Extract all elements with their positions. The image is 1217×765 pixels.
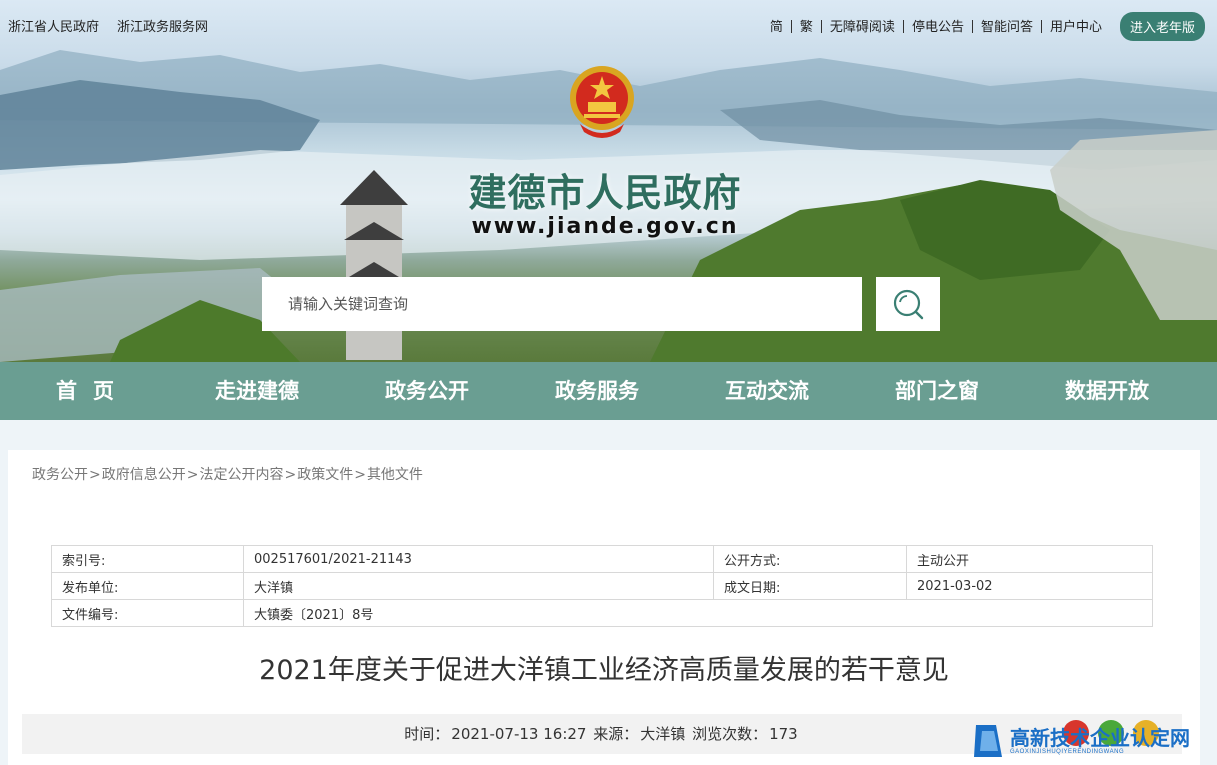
main-nav: 首页 走进建德 政务公开 政务服务 互动交流 部门之窗 数据开放 bbox=[0, 362, 1217, 420]
header-banner: 浙江省人民政府 浙江政务服务网 简 繁 无障碍阅读 停电公告 智能问答 用户中心… bbox=[0, 0, 1217, 362]
link-power-outage[interactable]: 停电公告 bbox=[904, 20, 973, 33]
publisher-value: 大洋镇 bbox=[243, 572, 714, 600]
watermark-cn: 高新技术企业认定网 bbox=[1010, 725, 1190, 750]
disclosure-label: 公开方式: bbox=[713, 545, 907, 573]
nav-open-data[interactable]: 数据开放 bbox=[1022, 362, 1192, 420]
watermark: 高新技术企业认定网 GAOXINJISHUQIYERENDINGWANG bbox=[970, 716, 1217, 765]
link-zhejiang-gov[interactable]: 浙江省人民政府 bbox=[8, 16, 99, 35]
date-value: 2021-03-02 bbox=[906, 572, 1153, 600]
source-value: 大洋镇 bbox=[640, 725, 686, 743]
index-label: 索引号: bbox=[51, 545, 244, 573]
views-value: 173 bbox=[769, 725, 798, 743]
nav-departments[interactable]: 部门之窗 bbox=[852, 362, 1022, 420]
link-smart-qa[interactable]: 智能问答 bbox=[973, 20, 1042, 33]
document-meta-table: 索引号: 002517601/2021-21143 公开方式: 主动公开 发布单… bbox=[51, 545, 1153, 627]
document-title: 2021年度关于促进大洋镇工业经济高质量发展的若干意见 bbox=[259, 655, 949, 686]
table-row: 文件编号: 大镇委〔2021〕8号 bbox=[51, 599, 1153, 627]
disclosure-value: 主动公开 bbox=[906, 545, 1153, 573]
link-accessibility[interactable]: 无障碍阅读 bbox=[822, 20, 904, 33]
source-label: 来源： bbox=[593, 725, 639, 743]
search-input[interactable] bbox=[262, 277, 862, 331]
link-user-center[interactable]: 用户中心 bbox=[1042, 20, 1110, 33]
date-label: 成文日期: bbox=[713, 572, 907, 600]
elder-version-button[interactable]: 进入老年版 bbox=[1119, 12, 1205, 41]
national-emblem-icon bbox=[570, 66, 634, 138]
site-title: 建德市人民政府 bbox=[468, 171, 742, 215]
docno-label: 文件编号: bbox=[51, 599, 244, 627]
breadcrumb-item[interactable]: 政府信息公开 bbox=[102, 467, 186, 483]
link-zhejiang-service[interactable]: 浙江政务服务网 bbox=[117, 16, 208, 35]
search-button[interactable] bbox=[876, 277, 940, 331]
table-row: 发布单位: 大洋镇 成文日期: 2021-03-02 bbox=[51, 572, 1153, 600]
docno-value: 大镇委〔2021〕8号 bbox=[243, 599, 1153, 627]
breadcrumb-item[interactable]: 政务公开 bbox=[32, 467, 88, 483]
link-traditional[interactable]: 繁 bbox=[792, 20, 822, 33]
index-value: 002517601/2021-21143 bbox=[243, 545, 714, 573]
top-links-left: 浙江省人民政府 浙江政务服务网 bbox=[8, 16, 208, 35]
link-simplified[interactable]: 简 bbox=[762, 20, 792, 33]
breadcrumb: 政务公开>政府信息公开>法定公开内容>政策文件>其他文件 bbox=[32, 467, 423, 483]
nav-home[interactable]: 首页 bbox=[0, 362, 172, 420]
publisher-label: 发布单位: bbox=[51, 572, 244, 600]
breadcrumb-item[interactable]: 其他文件 bbox=[367, 467, 423, 483]
time-label: 时间： bbox=[404, 725, 450, 743]
nav-about-jiande[interactable]: 走进建德 bbox=[172, 362, 342, 420]
breadcrumb-item[interactable]: 法定公开内容 bbox=[199, 467, 283, 483]
time-value: 2021-07-13 16:27 bbox=[451, 725, 587, 743]
top-links-right: 简 繁 无障碍阅读 停电公告 智能问答 用户中心 进入老年版 bbox=[762, 12, 1205, 41]
nav-interaction[interactable]: 互动交流 bbox=[682, 362, 852, 420]
table-row: 索引号: 002517601/2021-21143 公开方式: 主动公开 bbox=[51, 545, 1153, 573]
watermark-text: 高新技术企业认定网 GAOXINJISHUQIYERENDINGWANG bbox=[1010, 727, 1190, 755]
search-icon bbox=[893, 289, 924, 320]
watermark-logo-icon bbox=[974, 724, 1002, 757]
breadcrumb-item[interactable]: 政策文件 bbox=[297, 467, 353, 483]
site-url: www.jiande.gov.cn bbox=[471, 214, 739, 239]
nav-gov-affairs[interactable]: 政务公开 bbox=[342, 362, 512, 420]
nav-gov-services[interactable]: 政务服务 bbox=[512, 362, 682, 420]
views-label: 浏览次数： bbox=[692, 725, 768, 743]
